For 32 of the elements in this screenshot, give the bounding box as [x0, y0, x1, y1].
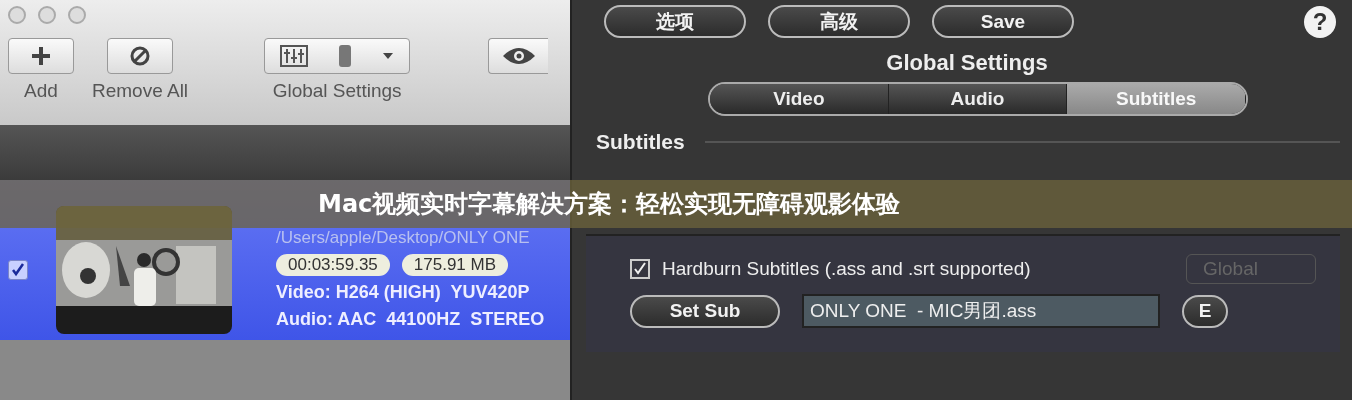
- checkbox-label: Hardburn Subtitles (.ass and .srt supported): [662, 258, 1031, 280]
- dropdown-caret-icon: [382, 52, 395, 60]
- tab[interactable]: Audio: [888, 84, 1068, 114]
- panel-button[interactable]: 高级: [768, 5, 910, 38]
- prohibited-icon: [129, 45, 152, 67]
- audio-info: Audio: AAC 44100HZ STEREO: [276, 309, 545, 330]
- set-sub-button[interactable]: Set Sub: [630, 294, 780, 328]
- panel-button[interactable]: Save: [932, 5, 1074, 38]
- device-icon: [338, 44, 353, 68]
- help-button[interactable]: ?: [1304, 5, 1336, 38]
- global-settings-control[interactable]: [264, 38, 411, 74]
- video-info: Video: H264 (HIGH) YUV420P: [276, 282, 531, 303]
- duration-badge: 00:03:59.35: [276, 254, 390, 276]
- preview-button[interactable]: [488, 38, 549, 74]
- section-title: Subtitles: [596, 130, 685, 154]
- sliders-icon: [280, 45, 309, 67]
- add-button[interactable]: [8, 38, 74, 74]
- size-badge: 175.91 MB: [401, 254, 509, 276]
- tab[interactable]: Video: [710, 84, 889, 114]
- panel-title: Global Settings: [885, 50, 1049, 76]
- plus-icon: [30, 45, 52, 67]
- eye-icon: [501, 46, 536, 66]
- remove-all-button[interactable]: [107, 38, 174, 74]
- subtitle-file-field[interactable]: ONLY ONE - MIC男团.ass: [802, 294, 1160, 328]
- checkbox[interactable]: [630, 259, 650, 279]
- toolbar-label: Remove All: [92, 80, 189, 102]
- panel-button[interactable]: 选项: [604, 5, 746, 38]
- toolbar-label: Add: [24, 80, 58, 102]
- checkbox[interactable]: [8, 260, 28, 280]
- edit-button[interactable]: E: [1182, 294, 1228, 328]
- toolbar-label: Global Settings: [272, 80, 402, 102]
- file-path: /Users/apple/Desktop/ONLY ONE: [276, 228, 531, 248]
